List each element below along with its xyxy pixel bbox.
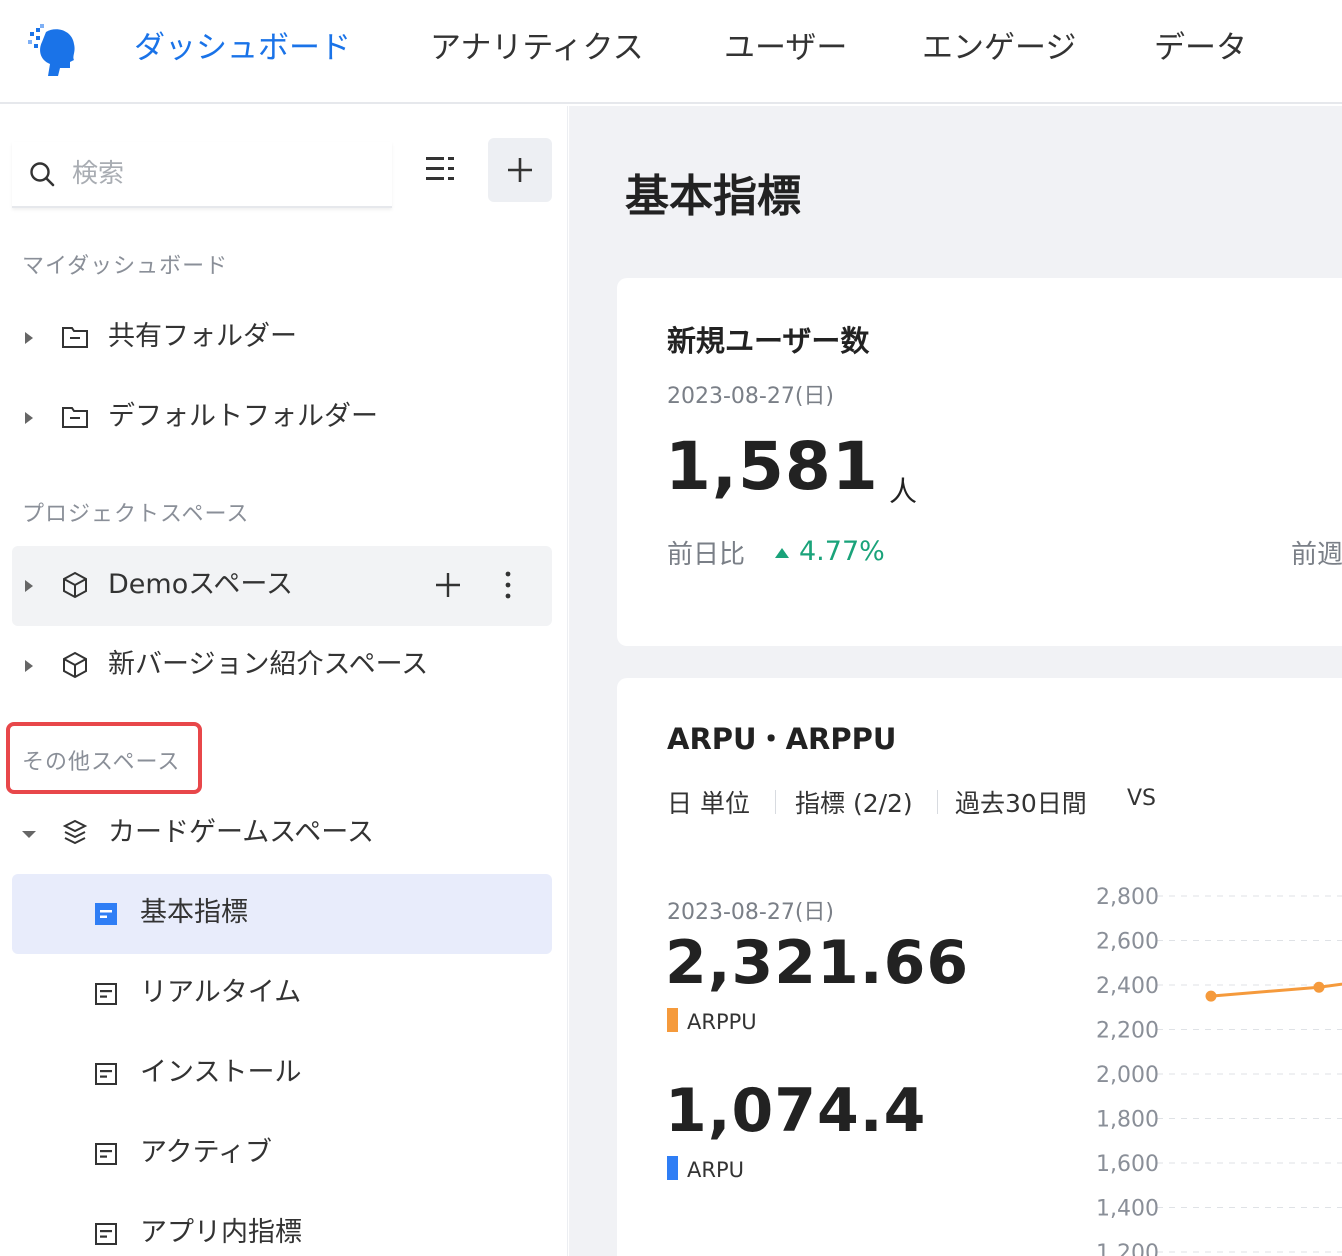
arpu-card: ARPU・ARPPU 日 単位 指標 (2/2) 過去30日間 VS 2023-… [617,678,1342,1256]
tree-item-default-folder[interactable]: デフォルトフォルダー [12,378,552,458]
search-icon [30,162,55,187]
plus-icon [508,158,532,182]
new-users-card: 新規ユーザー数 2023-08-27(日) 1,581 人 前日比 4.77% … [617,278,1342,646]
page-title: 基本指標 [625,171,801,222]
top-nav-bar: ダッシュボード アナリティクス ユーザー エンゲージ データ [0,0,1342,104]
dashboard-item-realtime[interactable]: リアルタイム [12,954,552,1034]
more-vertical-icon[interactable] [498,566,518,604]
stacked-layers-icon [62,819,88,845]
card-title: 新規ユーザー数 [667,324,870,358]
tree-item-label: Demoスペース [108,569,293,600]
dashboard-item-active[interactable]: アクティブ [12,1114,552,1194]
folder-icon [62,407,88,428]
compare-label-day: 前日比 [667,540,746,570]
folder-icon [62,327,88,348]
caret-right-icon[interactable] [22,658,36,674]
y-tick-label: 2,000 [1096,1063,1159,1088]
plus-icon[interactable] [432,566,464,604]
data-point[interactable] [1205,990,1217,1002]
y-tick-label: 2,800 [1096,885,1159,910]
tree-item-label: 新バージョン紹介スペース [108,649,429,680]
y-tick-label: 1,800 [1096,1108,1159,1133]
nav-data[interactable]: データ [1154,24,1247,72]
tree-item-label: アプリ内指標 [140,1217,302,1248]
y-tick-label: 2,600 [1096,930,1159,955]
dashboard-item-in-app-metrics[interactable]: アプリ内指標 [12,1194,552,1256]
search-box [12,142,392,208]
tree-item-label: アクティブ [140,1137,273,1168]
metric-unit: 人 [889,475,918,508]
caret-down-icon[interactable] [22,826,36,842]
tree-item-label: 共有フォルダー [108,321,297,352]
section-my-dashboard: マイダッシュボード [22,254,229,279]
section-project-space: プロジェクトスペース [22,502,250,527]
dashboard-doc-icon [95,1143,117,1165]
dashboard-doc-icon [95,903,117,925]
brain-logo-icon[interactable] [26,22,82,78]
section-other-space: その他スペース [22,750,181,775]
tree-item-card-game-space[interactable]: カードゲームスペース [12,794,552,874]
dashboard-item-basic-metrics[interactable]: 基本指標 [12,874,552,954]
tree-item-demo-space[interactable]: Demoスペース [12,546,552,626]
y-tick-label: 2,400 [1096,974,1159,999]
caret-right-icon[interactable] [22,330,36,346]
y-tick-label: 1,600 [1096,1152,1159,1177]
cube-icon [63,651,87,679]
nav-dashboard[interactable]: ダッシュボード [134,24,351,72]
tree-item-new-version-space[interactable]: 新バージョン紹介スペース [12,626,552,706]
list-view-icon[interactable] [420,150,462,192]
tree-item-label: デフォルトフォルダー [108,401,378,432]
add-button[interactable] [488,138,552,202]
tree-item-label: インストール [140,1057,302,1088]
dashboard-doc-icon [95,1223,117,1245]
dashboard-item-install[interactable]: インストール [12,1034,552,1114]
cube-icon [63,571,87,599]
tree-item-label: カードゲームスペース [108,817,374,848]
caret-right-icon[interactable] [22,410,36,426]
sidebar: マイダッシュボード 共有フォルダー デフォルトフォルダー プロジェクトスペース … [0,106,568,1256]
y-tick-label: 2,200 [1096,1019,1159,1044]
compare-value-day: 4.77% [799,536,885,567]
dashboard-doc-icon [95,983,117,1005]
y-tick-label: 1,200 [1096,1241,1159,1256]
arrow-up-icon [775,548,789,558]
nav-engage[interactable]: エンゲージ [922,24,1076,72]
arpu-line-chart: 2,800 2,600 2,400 2,200 2,000 1,800 1,600 1,400… [1096,885,1342,1256]
caret-right-icon[interactable] [22,578,36,594]
compare-label-week: 前週 [1291,540,1342,570]
tree-item-label: リアルタイム [140,977,302,1008]
y-tick-label: 1,400 [1096,1197,1159,1222]
main-content: 基本指標 新規ユーザー数 2023-08-27(日) 1,581 人 前日比 4… [569,106,1342,1256]
nav-users[interactable]: ユーザー [724,24,847,72]
tree-item-label: 基本指標 [140,897,248,928]
dashboard-doc-icon [95,1063,117,1085]
data-point[interactable] [1313,981,1325,993]
tree-item-shared-folder[interactable]: 共有フォルダー [12,298,552,378]
card-date: 2023-08-27(日) [667,384,835,409]
nav-analytics[interactable]: アナリティクス [430,24,644,72]
search-input[interactable] [72,152,372,196]
metric-value: 1,581 [665,428,879,505]
